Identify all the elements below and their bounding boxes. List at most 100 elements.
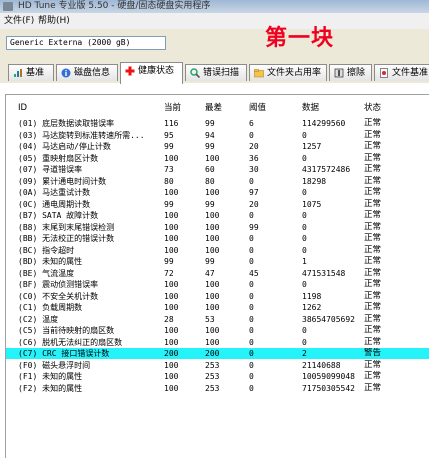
tab-file-benchmark[interactable]: 文件基准 [374, 64, 429, 81]
status: 正常 [364, 244, 382, 255]
tab-folder-usage[interactable]: 文件夹占用率 [249, 64, 327, 81]
raw-data: 18298 [302, 176, 327, 186]
raw-data: 0 [302, 153, 307, 163]
table-row[interactable]: (F0) 磁头悬浮时间 100 253 0 21140688 正常 [6, 360, 429, 371]
table-row[interactable]: (04) 马达启动/停止计数 99 99 20 1257 正常 [6, 141, 429, 152]
column-header-worst[interactable]: 最差 [205, 101, 243, 115]
worst-value: 100 [205, 245, 220, 255]
threshold-value: 45 [249, 268, 259, 278]
status: 正常 [364, 267, 382, 278]
table-row[interactable]: (C6) 脱机无法纠正的扇区数 100 100 0 0 正常 [6, 337, 429, 348]
attribute-id-name: (01) 底层数据读取错误率 [18, 119, 115, 128]
table-row[interactable]: (07) 寻道错误率 73 60 30 4317572486 正常 [6, 164, 429, 175]
table-row[interactable]: (09) 累计通电时间计数 80 80 0 18298 正常 [6, 176, 429, 187]
table-row[interactable]: (05) 重映射扇区计数 100 100 36 0 正常 [6, 153, 429, 164]
status: 正常 [364, 371, 382, 381]
current-value: 100 [164, 326, 179, 335]
drive-select[interactable]: Generic Externa (2000 gB) [6, 36, 166, 50]
current-value: 100 [164, 153, 179, 163]
raw-data: 0 [302, 280, 307, 289]
tab-erase[interactable]: 擦除 [329, 64, 372, 81]
attribute-id-name: (C7) CRC 接口错误计数 [18, 349, 110, 358]
status: 正常 [364, 175, 382, 186]
column-header-current[interactable]: 当前 [164, 101, 202, 115]
threshold-value: 0 [249, 349, 254, 358]
attribute-id-name: (C1) 负载周期数 [18, 303, 83, 312]
table-row[interactable]: (BC) 指令超时 100 100 0 0 正常 [6, 245, 429, 256]
table-row[interactable]: (C2) 温度 28 53 0 38654705692 正常 [6, 314, 429, 325]
raw-data: 1075 [302, 199, 322, 209]
table-row[interactable]: (F1) 未知的属性 100 253 0 10059099048 正常 [6, 371, 429, 382]
current-value: 100 [164, 188, 179, 197]
current-value: 99 [164, 199, 174, 209]
tab-benchmark[interactable]: 基准 [8, 64, 54, 81]
menu-help[interactable]: 帮助(H) [38, 14, 70, 28]
table-row[interactable]: (BF) 震动侦测错误率 100 100 0 0 正常 [6, 279, 429, 290]
current-value: 100 [164, 245, 179, 255]
threshold-value: 0 [249, 326, 254, 335]
attribute-id-name: (0C) 通电周期计数 [18, 199, 91, 209]
column-header-data[interactable]: 数据 [302, 101, 362, 115]
attribute-id-name: (B7) SATA 故障计数 [18, 211, 99, 220]
column-header-id[interactable]: ID [18, 101, 158, 115]
current-value: 100 [164, 337, 179, 347]
tab-label: 错误扫描 [203, 68, 240, 78]
threshold-value: 0 [249, 314, 254, 324]
status: 正常 [364, 187, 382, 197]
worst-value: 253 [205, 383, 220, 393]
threshold-value: 0 [249, 383, 254, 393]
table-row[interactable]: (B8) 末尾到末尾错误检测 100 100 99 0 正常 [6, 222, 429, 233]
worst-value: 100 [205, 280, 220, 289]
table-row[interactable]: (0C) 通电周期计数 99 99 20 1075 正常 [6, 199, 429, 210]
threshold-value: 0 [249, 257, 254, 266]
attribute-id-name: (F2) 未知的属性 [18, 383, 83, 393]
attribute-id-name: (0A) 马达重试计数 [18, 188, 91, 197]
worst-value: 100 [205, 188, 220, 197]
table-row[interactable]: (BB) 无法校正的错误计数 100 100 0 0 正常 [6, 233, 429, 244]
worst-value: 99 [205, 257, 215, 266]
window-title: HD Tune 专业版 5.50 - 硬盘/固态硬盘实用程序 [18, 1, 211, 11]
status: 正常 [364, 210, 382, 220]
status: 正常 [364, 164, 382, 174]
worst-value: 100 [205, 222, 220, 232]
menu-file[interactable]: 文件(F) [4, 14, 34, 28]
status: 正常 [364, 313, 382, 324]
disk-info-icon [61, 68, 71, 78]
column-header-threshold[interactable]: 阈值 [249, 101, 299, 115]
smart-attributes-list[interactable]: ID 当前 最差 阈值 数据 状态 (01) 底层数据读取错误率 116 99 6 11… [5, 94, 429, 458]
worst-value: 100 [205, 211, 220, 220]
current-value: 100 [164, 303, 179, 312]
table-row[interactable]: (03) 马达旋转到标准转速所需... 95 94 0 0 正常 [6, 130, 429, 141]
raw-data: 0 [302, 211, 307, 220]
worst-value: 47 [205, 268, 215, 278]
worst-value: 100 [205, 291, 220, 301]
table-row[interactable]: (F2) 未知的属性 100 253 0 71750305542 正常 [6, 383, 429, 394]
attribute-id-name: (F1) 未知的属性 [18, 372, 83, 381]
tab-health[interactable]: 健康状态 [120, 62, 183, 84]
health-panel: ID 当前 最差 阈值 数据 状态 (01) 底层数据读取错误率 116 99 6 11… [0, 83, 429, 458]
table-row[interactable]: (B7) SATA 故障计数 100 100 0 0 正常 [6, 210, 429, 221]
table-row[interactable]: (0A) 马达重试计数 100 100 97 0 正常 [6, 187, 429, 198]
attribute-id-name: (C5) 当前待映射的扇区数 [18, 326, 115, 335]
attribute-id-name: (BD) 未知的属性 [18, 257, 83, 266]
table-row[interactable]: (C7) CRC 接口错误计数 200 200 0 2 警告 [6, 348, 429, 359]
attribute-id-name: (03) 马达旋转到标准转速所需... [18, 130, 145, 140]
table-row[interactable]: (C0) 不安全关机计数 100 100 0 1198 正常 [6, 291, 429, 302]
tab-disk-info[interactable]: 磁盘信息 [56, 64, 118, 81]
current-value: 100 [164, 372, 179, 381]
attribute-id-name: (F0) 磁头悬浮时间 [18, 360, 91, 370]
worst-value: 100 [205, 234, 220, 243]
table-row[interactable]: (C1) 负载周期数 100 100 0 1262 正常 [6, 302, 429, 313]
worst-value: 94 [205, 130, 215, 140]
status: 正常 [364, 359, 382, 370]
raw-data: 0 [302, 188, 307, 197]
table-row[interactable]: (C5) 当前待映射的扇区数 100 100 0 0 正常 [6, 325, 429, 336]
table-row[interactable]: (BE) 气流温度 72 47 45 471531548 正常 [6, 268, 429, 279]
tab-bar: 基准 磁盘信息 健康状态 错误扫描 文件夹占用率 擦除 文件基准 [0, 62, 429, 84]
table-row[interactable]: (BD) 未知的属性 99 99 0 1 正常 [6, 256, 429, 267]
tab-error-scan[interactable]: 错误扫描 [185, 64, 247, 81]
worst-value: 99 [205, 142, 215, 151]
column-header-status[interactable]: 状态 [364, 101, 394, 115]
table-row[interactable]: (01) 底层数据读取错误率 116 99 6 114299560 正常 [6, 118, 429, 129]
worst-value: 99 [205, 199, 215, 209]
